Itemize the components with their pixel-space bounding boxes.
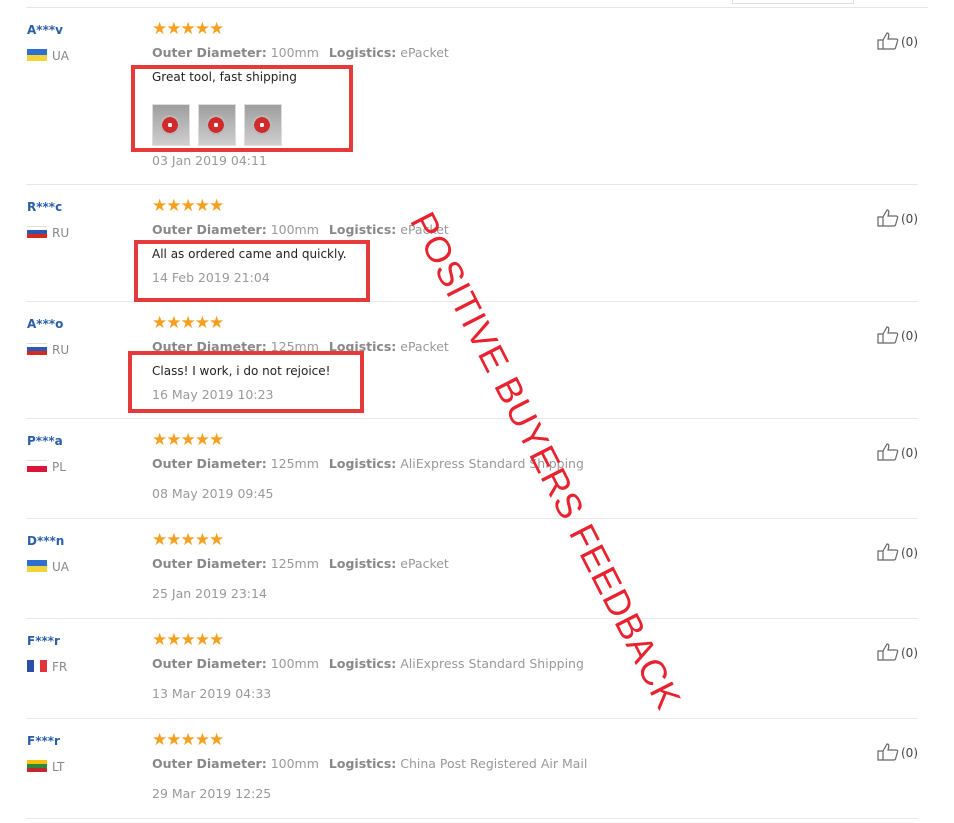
pl-flag-icon [27,460,47,472]
buyer-name[interactable]: A***o [27,317,63,331]
outer-diameter-label: Outer Diameter: [152,456,267,471]
fr-flag-icon [27,660,47,672]
ru-flag-icon [27,226,47,238]
logistics-label: Logistics: [328,222,397,237]
review-item: F***r FR ★★★★★ Outer Diameter: 100mm Logi… [26,619,918,719]
rating-stars: ★★★★★ [152,730,224,750]
logistics-value: ePacket [400,45,449,60]
rating-stars: ★★★★★ [152,430,224,450]
buyer-name[interactable]: A***v [27,23,63,37]
review-item: P***a PL ★★★★★ Outer Diameter: 125mm Logi… [26,419,918,519]
buyer-name[interactable]: P***a [27,434,63,448]
highlight-box [128,351,364,413]
sort-control[interactable] [732,0,854,4]
outer-diameter-value: 100mm [270,45,319,60]
outer-diameter-value: 100mm [270,756,319,771]
lt-flag-icon [27,760,47,772]
helpful-count: (0) [901,646,918,660]
order-attributes: Outer Diameter: 100mm Logistics: China Po… [152,756,587,771]
rating-stars: ★★★★★ [152,196,224,216]
ua-flag-icon [27,49,47,61]
thumbs-up-icon [877,643,899,661]
thumbs-up-icon [877,32,899,50]
ru-flag-icon [27,343,47,355]
buyer-country: PL [52,460,66,474]
outer-diameter-value: 125mm [270,556,319,571]
rating-stars: ★★★★★ [152,19,224,39]
order-attributes: Outer Diameter: 125mm Logistics: ePacket [152,556,449,571]
order-attributes: Outer Diameter: 125mm Logistics: AliExpre… [152,456,584,471]
helpful-button[interactable]: (0) [877,643,918,661]
buyer-name[interactable]: F***r [27,734,60,748]
rating-stars: ★★★★★ [152,530,224,550]
rating-stars: ★★★★★ [152,630,224,650]
review-date: 25 Jan 2019 23:14 [152,586,267,601]
buyer-country: UA [52,49,69,63]
logistics-value: China Post Registered Air Mail [400,756,588,771]
outer-diameter-value: 100mm [270,222,319,237]
review-date: 03 Jan 2019 04:11 [152,153,267,168]
buyer-name[interactable]: R***c [27,200,62,214]
helpful-button[interactable]: (0) [877,326,918,344]
review-date: 13 Mar 2019 04:33 [152,686,272,701]
logistics-value: ePacket [400,556,449,571]
highlight-box [131,65,353,152]
logistics-label: Logistics: [328,556,397,571]
helpful-count: (0) [901,35,918,49]
review-date: 29 Mar 2019 12:25 [152,786,272,801]
buyer-country: RU [52,226,70,240]
outer-diameter-label: Outer Diameter: [152,656,267,671]
order-attributes: Outer Diameter: 100mm Logistics: ePacket [152,45,449,60]
helpful-count: (0) [901,446,918,460]
thumbs-up-icon [877,543,899,561]
ua-flag-icon [27,560,47,572]
helpful-count: (0) [901,746,918,760]
outer-diameter-label: Outer Diameter: [152,756,267,771]
logistics-value: AliExpress Standard Shipping [400,656,584,671]
helpful-count: (0) [901,329,918,343]
helpful-button[interactable]: (0) [877,209,918,227]
logistics-label: Logistics: [328,656,397,671]
helpful-button[interactable]: (0) [877,32,918,50]
outer-diameter-label: Outer Diameter: [152,556,267,571]
logistics-value: ePacket [400,339,449,354]
review-item: D***n UA ★★★★★ Outer Diameter: 125mm Logi… [26,519,918,619]
thumbs-up-icon [877,443,899,461]
review-item: F***r LT ★★★★★ Outer Diameter: 100mm Logi… [26,719,918,819]
logistics-label: Logistics: [328,756,397,771]
buyer-name[interactable]: D***n [27,534,64,548]
highlight-box [134,240,370,302]
buyer-country: UA [52,560,69,574]
helpful-button[interactable]: (0) [877,443,918,461]
thumbs-up-icon [877,209,899,227]
buyer-country: RU [52,343,70,357]
thumbs-up-icon [877,743,899,761]
rating-stars: ★★★★★ [152,313,224,333]
helpful-count: (0) [901,546,918,560]
outer-diameter-label: Outer Diameter: [152,222,267,237]
logistics-label: Logistics: [328,456,397,471]
thumbs-up-icon [877,326,899,344]
buyer-country: FR [52,660,68,674]
buyer-name[interactable]: F***r [27,634,60,648]
logistics-label: Logistics: [328,45,397,60]
outer-diameter-value: 125mm [270,456,319,471]
helpful-count: (0) [901,212,918,226]
helpful-button[interactable]: (0) [877,743,918,761]
helpful-button[interactable]: (0) [877,543,918,561]
buyer-country: LT [52,760,65,774]
order-attributes: Outer Diameter: 100mm Logistics: AliExpre… [152,656,584,671]
outer-diameter-value: 100mm [270,656,319,671]
review-date: 08 May 2019 09:45 [152,486,274,501]
outer-diameter-label: Outer Diameter: [152,45,267,60]
